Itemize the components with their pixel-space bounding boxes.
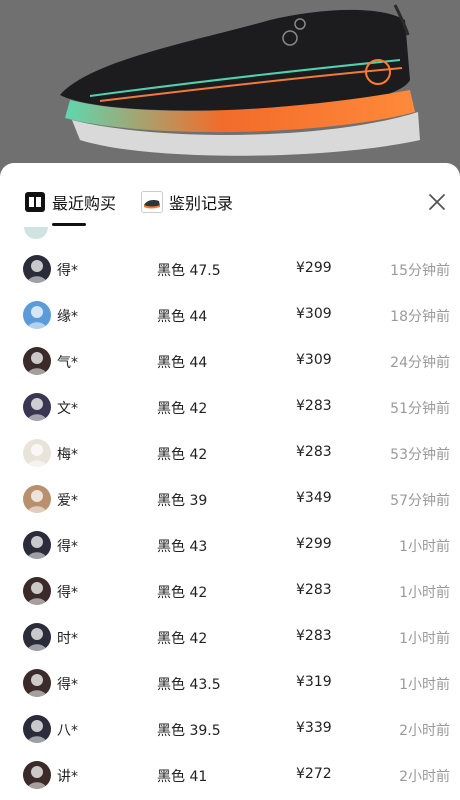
item-price: ¥283	[296, 444, 332, 460]
buyer-name: 得*	[57, 539, 78, 555]
avatar	[23, 393, 51, 421]
avatar	[23, 485, 51, 513]
avatar	[23, 669, 51, 697]
buyer-name: 文*	[57, 401, 78, 417]
receipt-badge-icon	[24, 191, 46, 213]
tab-recent-purchases[interactable]: 最近购买	[24, 187, 116, 217]
purchase-time: 57分钟前	[390, 493, 450, 509]
list-item[interactable]: 得* 黑色 43.5 ¥319 1小时前	[0, 661, 460, 707]
purchase-time: 15分钟前	[390, 263, 450, 279]
list-item[interactable]: 文* 黑色 42 ¥283 51分钟前	[0, 385, 460, 431]
list-item[interactable]: 得* 黑色 43 ¥299 1小时前	[0, 523, 460, 569]
buyer-name: 缘*	[57, 309, 78, 325]
tab-recent-purchases-label: 最近购买	[52, 194, 117, 213]
purchase-time: 18分钟前	[390, 309, 450, 325]
list-item[interactable]: 缘* 黑色 44 ¥309 18分钟前	[0, 293, 460, 339]
list-item[interactable]: 梅* 黑色 42 ¥283 53分钟前	[0, 431, 460, 477]
active-tab-indicator	[52, 223, 86, 226]
item-spec: 黑色 42	[157, 585, 208, 601]
avatar	[23, 623, 51, 651]
avatar	[23, 255, 51, 283]
purchase-time: 1小时前	[399, 631, 450, 647]
close-icon	[429, 194, 445, 210]
list-item[interactable]: 八* 黑色 39.5 ¥339 2小时前	[0, 707, 460, 753]
list-item[interactable]: 爱* 黑色 39 ¥349 57分钟前	[0, 477, 460, 523]
purchase-time: 51分钟前	[390, 401, 450, 417]
item-price: ¥283	[296, 398, 332, 414]
buyer-name: 八*	[57, 723, 78, 739]
purchase-time: 2小时前	[399, 769, 450, 785]
avatar	[23, 531, 51, 559]
item-spec: 黑色 44	[157, 355, 208, 371]
avatar	[23, 347, 51, 375]
purchase-list[interactable]: 得* 黑色 47.5 ¥299 15分钟前缘* 黑色 44 ¥309 18分钟前气* 黑色 4…	[0, 247, 460, 799]
avatar	[23, 439, 51, 467]
avatar	[23, 715, 51, 743]
purchase-time: 1小时前	[399, 677, 450, 693]
item-spec: 黑色 42	[157, 401, 208, 417]
item-price: ¥299	[296, 260, 332, 276]
item-price: ¥339	[296, 720, 332, 736]
buyer-name: 得*	[57, 585, 78, 601]
tab-bar: 最近购买 鉴别记录	[0, 163, 460, 233]
item-spec: 黑色 39	[157, 493, 208, 509]
item-spec: 黑色 42	[157, 447, 208, 463]
buyer-name: 梅*	[57, 447, 78, 463]
item-price: ¥349	[296, 490, 332, 506]
buyer-name: 讲*	[57, 769, 78, 785]
buyer-name: 时*	[57, 631, 78, 647]
list-item[interactable]: 得* 黑色 47.5 ¥299 15分钟前	[0, 247, 460, 293]
recent-purchases-sheet: 最近购买 鉴别记录 得* 黑色 47.5 ¥299 15分钟前缘* 黑色 44 ¥309 1…	[0, 163, 460, 800]
purchase-time: 53分钟前	[390, 447, 450, 463]
purchase-time: 24分钟前	[390, 355, 450, 371]
item-spec: 黑色 47.5	[157, 263, 221, 279]
tab-authentication-records-label: 鉴别记录	[169, 194, 234, 213]
avatar	[23, 761, 51, 789]
shoe-thumbnail-icon	[141, 191, 163, 213]
item-price: ¥283	[296, 628, 332, 644]
item-price: ¥309	[296, 352, 332, 368]
close-button[interactable]	[424, 189, 450, 215]
item-price: ¥319	[296, 674, 332, 690]
list-item[interactable]: 时* 黑色 42 ¥283 1小时前	[0, 615, 460, 661]
list-item-partial	[24, 227, 48, 239]
item-price: ¥283	[296, 582, 332, 598]
list-item[interactable]: 气* 黑色 44 ¥309 24分钟前	[0, 339, 460, 385]
avatar	[23, 577, 51, 605]
buyer-name: 气*	[57, 355, 78, 371]
avatar	[23, 301, 51, 329]
product-image	[0, 0, 460, 175]
item-spec: 黑色 43	[157, 539, 208, 555]
buyer-name: 得*	[57, 263, 78, 279]
item-price: ¥309	[296, 306, 332, 322]
purchase-time: 1小时前	[399, 539, 450, 555]
item-spec: 黑色 44	[157, 309, 208, 325]
item-price: ¥299	[296, 536, 332, 552]
tab-authentication-records[interactable]: 鉴别记录	[141, 187, 233, 217]
buyer-name: 得*	[57, 677, 78, 693]
list-item[interactable]: 讲* 黑色 41 ¥272 2小时前	[0, 753, 460, 799]
item-spec: 黑色 42	[157, 631, 208, 647]
item-spec: 黑色 41	[157, 769, 208, 785]
buyer-name: 爱*	[57, 493, 78, 509]
purchase-time: 1小时前	[399, 585, 450, 601]
item-spec: 黑色 43.5	[157, 677, 221, 693]
item-spec: 黑色 39.5	[157, 723, 221, 739]
list-item[interactable]: 得* 黑色 42 ¥283 1小时前	[0, 569, 460, 615]
purchase-time: 2小时前	[399, 723, 450, 739]
running-shoe-image	[60, 4, 420, 156]
item-price: ¥272	[296, 766, 332, 782]
